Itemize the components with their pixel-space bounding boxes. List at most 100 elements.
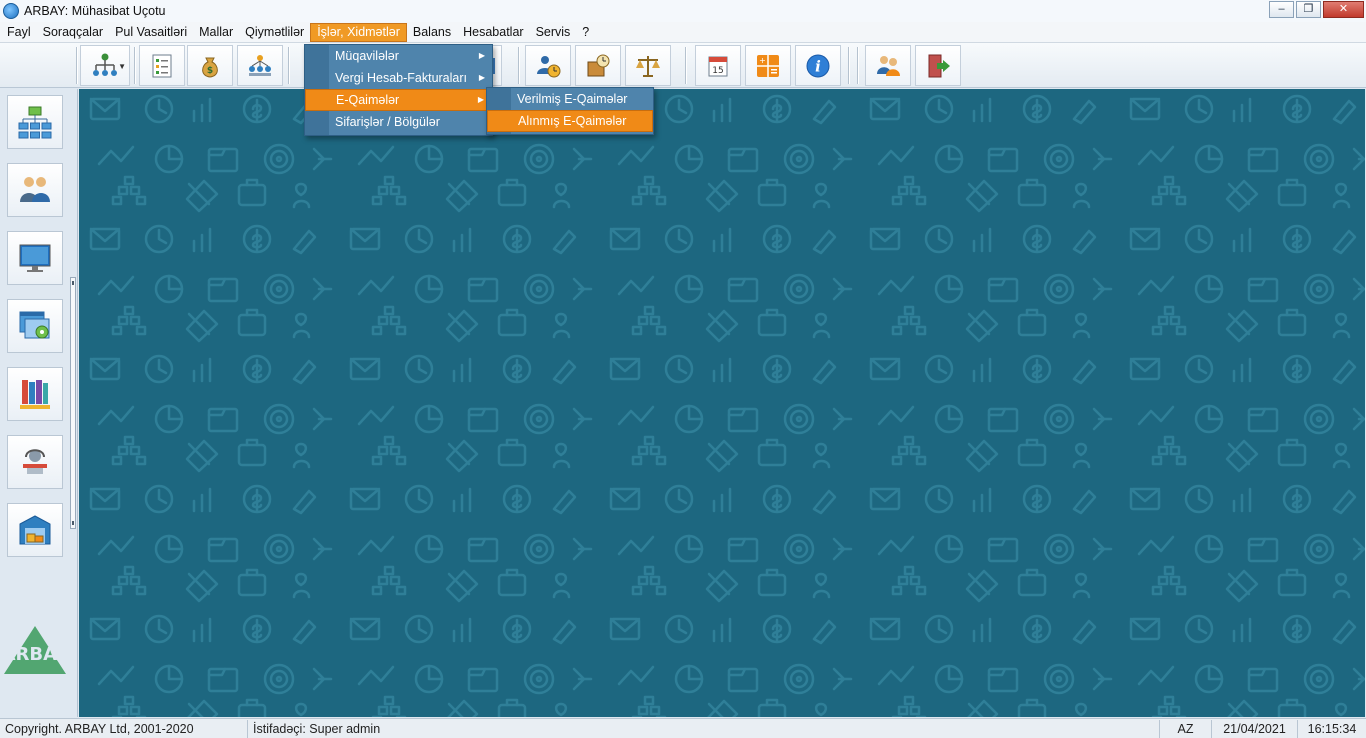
money-bag-icon: $ xyxy=(202,57,218,78)
books-icon xyxy=(20,380,50,409)
sidebar-operator-button[interactable] xyxy=(7,435,63,489)
exit-door-icon xyxy=(928,54,950,77)
calendar-icon: 15 xyxy=(708,56,728,76)
monitor-icon xyxy=(19,244,51,272)
calendar-day: 15 xyxy=(712,66,723,76)
checklist-button[interactable] xyxy=(139,45,185,86)
splitter-knob xyxy=(72,281,74,285)
menu-item-label: E-Qaimələr xyxy=(336,93,400,107)
isler-xidmetler-menu: Müqavilələr ▶ Vergi Hesab-Fakturaları ▶ … xyxy=(304,44,493,136)
warehouse-icon xyxy=(19,515,51,545)
svg-text:$: $ xyxy=(207,66,213,76)
toolbar-separator xyxy=(76,47,78,84)
customer-history-icon xyxy=(537,55,561,77)
hierarchy-icon xyxy=(18,106,52,139)
menu-soraqcalar[interactable]: Soraqçalar xyxy=(37,23,109,42)
svg-text:+: + xyxy=(759,56,766,65)
menu-hesabatlar[interactable]: Hesabatlar xyxy=(457,23,529,42)
chevron-down-icon[interactable]: ▼ xyxy=(118,62,126,71)
toolbar-separator xyxy=(685,47,687,84)
menu-qiymetliler[interactable]: Qiymətlilər xyxy=(239,23,310,42)
menu-item-label: Sifarişlər / Bölgülər xyxy=(335,115,440,129)
sidebar-books-button[interactable] xyxy=(7,367,63,421)
menu-item-label: Vergi Hesab-Fakturaları xyxy=(335,71,468,85)
window-settings-icon xyxy=(19,311,50,339)
app-icon xyxy=(3,3,19,19)
package-clock-icon xyxy=(587,54,610,76)
users-icon xyxy=(877,55,900,76)
window-controls: – ❐ ✕ xyxy=(1269,1,1364,18)
sidebar-monitor-button[interactable] xyxy=(7,231,63,285)
menu-balans[interactable]: Balans xyxy=(407,23,457,42)
status-time: 16:15:34 xyxy=(1307,721,1357,736)
org-structure-icon xyxy=(93,53,117,76)
menu-item-label: Müqavilələr xyxy=(335,49,399,63)
menu-isler-xidmetler[interactable]: İşlər, Xidmətlər xyxy=(310,22,407,42)
package-clock-button[interactable] xyxy=(575,45,621,86)
toolbar-separator xyxy=(518,47,520,84)
info-button[interactable]: i xyxy=(795,45,841,86)
menu-pul-vasaitleri[interactable]: Pul Vasaitləri xyxy=(109,23,193,42)
people-network-icon xyxy=(249,54,271,76)
toolbar: ▼ $ 15 + i xyxy=(0,43,1366,88)
sidebar-users-button[interactable] xyxy=(7,163,63,217)
menu-mallar[interactable]: Mallar xyxy=(193,23,239,42)
menu-bar: Fayl Soraqçalar Pul Vasaitləri Mallar Qi… xyxy=(0,22,1366,43)
calculator-button[interactable]: + xyxy=(745,45,791,86)
window-title: ARBAY: Mühasibat Uçotu xyxy=(24,4,166,18)
minimize-icon[interactable]: – xyxy=(1269,1,1294,18)
status-bar: Copyright. ARBAY Ltd, 2001-2020 İstifadə… xyxy=(0,718,1366,738)
money-bag-button[interactable]: $ xyxy=(187,45,233,86)
operator-icon xyxy=(23,449,47,474)
submenu-arrow-icon: ▶ xyxy=(478,51,485,60)
sidebar-hierarchy-button[interactable] xyxy=(7,95,63,149)
maximize-icon[interactable]: ❐ xyxy=(1296,1,1321,18)
sidebar-splitter[interactable] xyxy=(70,277,76,529)
menu-item-sifarisler-bolguler[interactable]: Sifarişlər / Bölgülər xyxy=(305,111,492,133)
workspace-background xyxy=(79,89,1365,717)
calendar-button[interactable]: 15 xyxy=(695,45,741,86)
customer-history-button[interactable] xyxy=(525,45,571,86)
workspace-pattern xyxy=(79,89,1365,717)
toolbar-separator xyxy=(857,47,859,84)
menu-help[interactable]: ? xyxy=(576,23,595,42)
menu-item-muqavileler[interactable]: Müqavilələr ▶ xyxy=(305,45,492,67)
submenu-arrow-icon: ▶ xyxy=(477,95,484,104)
calculator-icon: + xyxy=(757,54,779,77)
status-copyright: Copyright. ARBAY Ltd, 2001-2020 xyxy=(0,719,248,738)
info-icon: i xyxy=(806,54,830,77)
status-user: İstifadəçi: Super admin xyxy=(248,719,1160,738)
logo-text: ARBAY xyxy=(2,644,68,665)
splitter-knob xyxy=(72,521,74,525)
menu-item-verilmis-e-qaimeler[interactable]: Verilmiş E-Qaimələr xyxy=(487,88,653,110)
left-sidebar: ARBAY xyxy=(0,89,78,717)
status-date: 21/04/2021 xyxy=(1212,719,1298,738)
close-icon[interactable]: ✕ xyxy=(1323,1,1364,18)
toolbar-separator xyxy=(134,47,136,84)
status-language: AZ xyxy=(1160,719,1212,738)
users-button[interactable] xyxy=(865,45,911,86)
toolbar-separator xyxy=(848,47,850,84)
toolbar-separator xyxy=(288,47,290,84)
menu-item-vergi-hesab-fakturalari[interactable]: Vergi Hesab-Fakturaları ▶ xyxy=(305,67,492,89)
org-structure-button[interactable]: ▼ xyxy=(80,45,130,86)
info-glyph: i xyxy=(815,57,821,75)
menu-item-label: Verilmiş E-Qaimələr xyxy=(517,92,628,106)
sidebar-window-settings-button[interactable] xyxy=(7,299,63,353)
submenu-arrow-icon: ▶ xyxy=(478,73,485,82)
exit-button[interactable] xyxy=(915,45,961,86)
menu-item-alinmis-e-qaimeler[interactable]: Alınmış E-Qaimələr xyxy=(487,110,653,132)
menu-servis[interactable]: Servis xyxy=(530,23,577,42)
menu-item-label: Alınmış E-Qaimələr xyxy=(518,114,627,128)
title-bar: ARBAY: Mühasibat Uçotu – ❐ ✕ xyxy=(0,0,1366,22)
users-icon xyxy=(20,177,50,202)
sidebar-warehouse-button[interactable] xyxy=(7,503,63,557)
scales-icon xyxy=(636,55,660,77)
arbay-logo: ARBAY xyxy=(2,626,68,674)
scales-button[interactable] xyxy=(625,45,671,86)
menu-fayl[interactable]: Fayl xyxy=(1,23,37,42)
e-qaimeler-submenu: Verilmiş E-Qaimələr Alınmış E-Qaimələr xyxy=(486,87,654,135)
menu-item-e-qaimeler[interactable]: E-Qaimələr ▶ xyxy=(305,89,492,111)
people-network-button[interactable] xyxy=(237,45,283,86)
checklist-icon xyxy=(152,54,172,77)
